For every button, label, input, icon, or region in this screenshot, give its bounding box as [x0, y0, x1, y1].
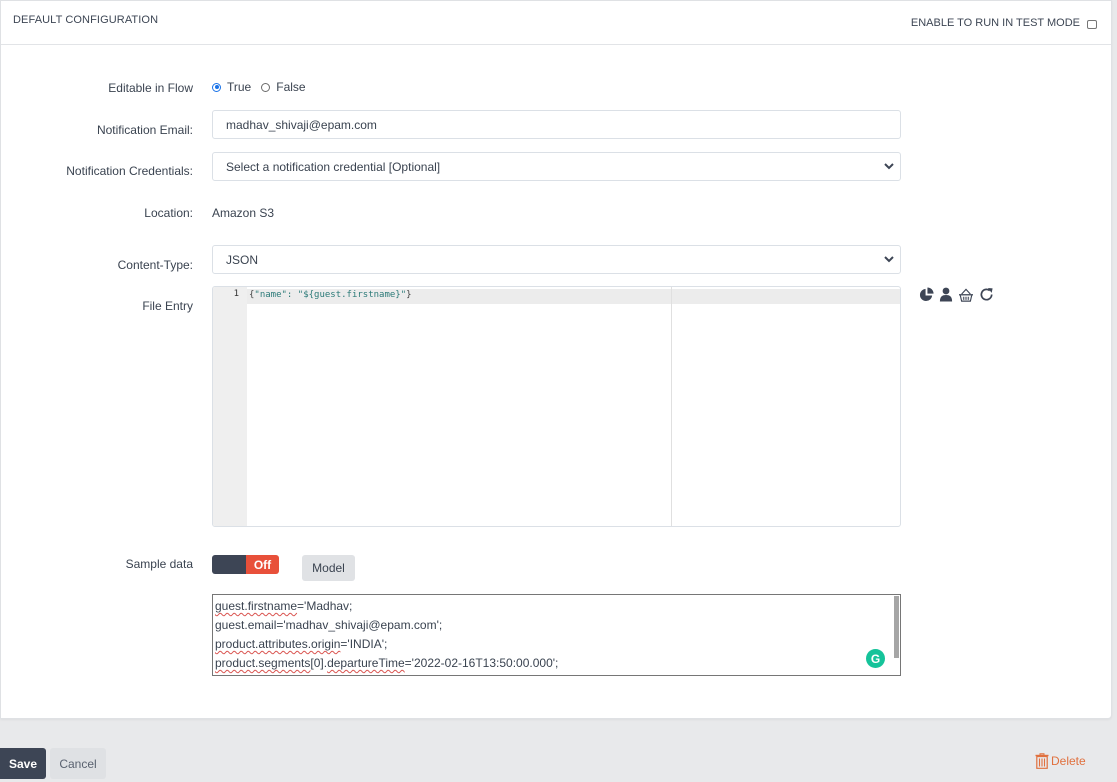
grammarly-icon[interactable]: G [866, 649, 885, 668]
notification-credentials-value: Select a notification credential [Option… [226, 159, 441, 174]
file-entry-code-editor[interactable]: 1 {"name": "${guest.firstname}"} [212, 286, 901, 527]
notification-email-input[interactable]: madhav_shivaji@epam.com [212, 110, 901, 139]
editor-line-number: 1 [233, 289, 239, 299]
toggle-state-label: Off [246, 555, 279, 574]
test-mode-label: ENABLE TO RUN IN TEST MODE [910, 17, 1080, 29]
code-body: "name": "${guest.firstname}" [254, 290, 407, 300]
notification-credentials-select[interactable]: Select a notification credential [Option… [212, 152, 901, 181]
sample-key: product.segments [215, 656, 311, 670]
notification-email-value: madhav_shivaji@epam.com [226, 117, 377, 132]
pie-chart-icon[interactable] [919, 287, 934, 302]
radio-option-true[interactable]: True [212, 80, 251, 94]
card-title: DEFAULT CONFIGURATION [13, 14, 159, 26]
sample-value: ='INDIA'; [340, 637, 388, 651]
sample-data-label: Sample data [125, 557, 193, 571]
delete-label: Delete [1051, 754, 1086, 768]
radio-true-label: True [227, 80, 252, 94]
editable-in-flow-radio-group: True False [212, 80, 316, 94]
sample-line: product.segments[0].departureTime='2022-… [215, 654, 898, 673]
content-type-select[interactable]: JSON [212, 245, 901, 274]
file-entry-label: File Entry [142, 299, 193, 313]
sample-key: guest.firstname [215, 599, 298, 613]
sample-key: departureTime [327, 656, 405, 670]
sample-value: ='2022-02-16T13:50:00.000'; [404, 656, 559, 670]
refresh-icon[interactable] [979, 287, 994, 302]
editor-code-line: {"name": "${guest.firstname}"} [249, 290, 412, 300]
sample-key: product.attributes.origin [215, 637, 341, 651]
radio-false-label: False [276, 80, 306, 94]
delete-button[interactable]: Delete [1035, 753, 1086, 769]
code-close-brace: } [406, 290, 412, 300]
basket-icon[interactable] [958, 287, 974, 302]
notification-credentials-label: Notification Credentials: [66, 164, 193, 178]
sample-line: guest.email='madhav_shivaji@epam.com'; [215, 616, 898, 635]
user-icon[interactable] [939, 287, 953, 302]
sample-value: ='Madhav; [297, 599, 353, 613]
sample-value: guest.email='madhav_shivaji@epam.com'; [215, 618, 443, 632]
sample-data-toggle[interactable]: Off [212, 555, 279, 574]
radio-true[interactable] [212, 82, 221, 92]
location-value: Amazon S3 [212, 206, 275, 220]
cancel-button[interactable]: Cancel [50, 748, 106, 779]
sample-data-textarea[interactable]: guest.firstname='Madhav; guest.email='ma… [212, 594, 901, 676]
editor-gutter [213, 287, 247, 526]
save-button[interactable]: Save [0, 748, 46, 779]
sample-line: product.attributes.origin='INDIA'; [215, 635, 898, 654]
content-type-label: Content-Type: [117, 258, 193, 272]
radio-option-false[interactable]: False [261, 80, 306, 94]
content-type-value: JSON [226, 252, 259, 267]
sample-line: guest.firstname='Madhav; [215, 597, 898, 616]
chevron-down-icon [884, 256, 894, 263]
model-button[interactable]: Model [302, 555, 355, 581]
sample-value: [0]. [310, 656, 328, 670]
editor-print-margin [671, 287, 672, 526]
test-mode-toggle[interactable]: ENABLE TO RUN IN TEST MODE [911, 17, 1097, 29]
radio-false[interactable] [261, 82, 271, 92]
trash-icon [1035, 753, 1049, 769]
editable-in-flow-label: Editable in Flow [108, 81, 193, 95]
editor-toolbar [919, 287, 994, 302]
card-header: DEFAULT CONFIGURATION ENABLE TO RUN IN T… [1, 1, 1111, 45]
test-mode-checkbox[interactable] [1087, 20, 1097, 29]
chevron-down-icon [884, 163, 894, 170]
textarea-scrollbar[interactable] [894, 596, 899, 658]
location-label: Location: [144, 206, 193, 220]
notification-email-label: Notification Email: [96, 123, 193, 137]
toggle-knob [212, 555, 246, 574]
